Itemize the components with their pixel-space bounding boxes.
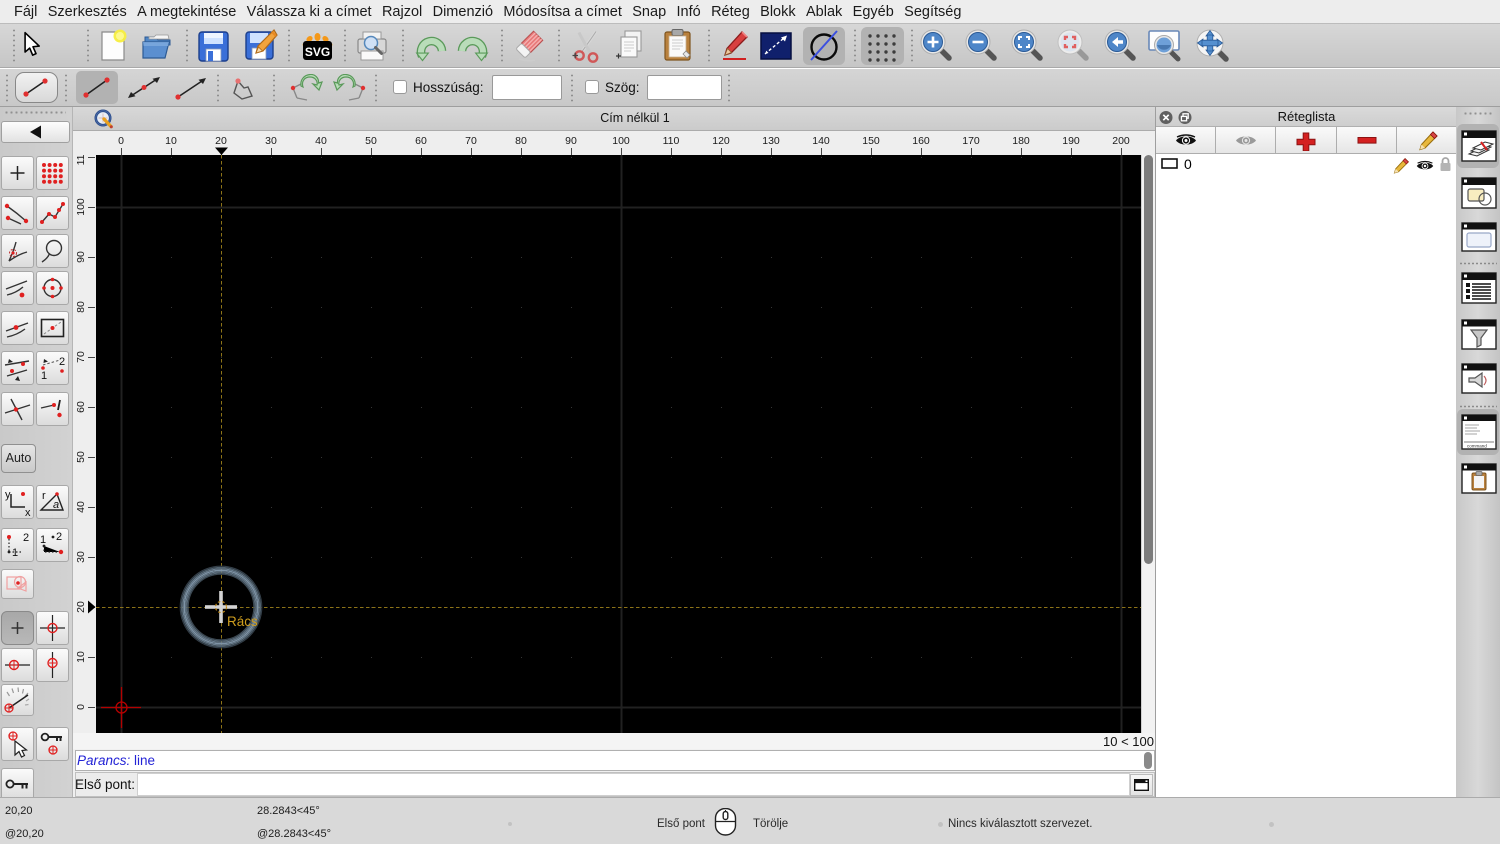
svg-text:150: 150 [862, 135, 880, 147]
svg-text:80: 80 [75, 301, 87, 313]
svg-text:180: 180 [1012, 135, 1030, 147]
svg-text:a: a [53, 499, 59, 511]
svg-text:90: 90 [75, 251, 87, 263]
svg-text:1: 1 [40, 534, 46, 546]
svg-text:20: 20 [75, 601, 87, 613]
svg-text:0: 0 [118, 135, 124, 147]
svg-text:r: r [42, 490, 46, 502]
svg-text:60: 60 [75, 401, 87, 413]
svg-text:2: 2 [23, 532, 29, 544]
svg-text:70: 70 [465, 135, 477, 147]
svg-text:Rács: Rács [227, 614, 258, 629]
svg-text:110: 110 [75, 155, 87, 165]
svg-text:50: 50 [365, 135, 377, 147]
svg-text:2: 2 [56, 531, 62, 543]
svg-text:120: 120 [712, 135, 730, 147]
svg-text:1: 1 [12, 547, 18, 559]
svg-text:90: 90 [565, 135, 577, 147]
svg-text:40: 40 [75, 501, 87, 513]
svg-text:80: 80 [515, 135, 527, 147]
svg-text:2: 2 [59, 356, 65, 368]
svg-text:170: 170 [962, 135, 980, 147]
svg-text:200: 200 [1112, 135, 1130, 147]
svg-text:70: 70 [75, 351, 87, 363]
svg-text:y: y [5, 489, 11, 501]
svg-text:100: 100 [75, 198, 87, 216]
svg-text:140: 140 [812, 135, 830, 147]
svg-text:10: 10 [75, 651, 87, 663]
svg-text:20: 20 [215, 135, 227, 147]
svg-text:30: 30 [265, 135, 277, 147]
svg-text:0: 0 [75, 704, 87, 710]
svg-text:110: 110 [663, 135, 680, 147]
svg-text:60: 60 [415, 135, 427, 147]
svg-text:50: 50 [75, 451, 87, 463]
svg-text:190: 190 [1062, 135, 1080, 147]
svg-text:1: 1 [41, 370, 47, 382]
svg-text:x: x [25, 507, 31, 519]
svg-text:130: 130 [762, 135, 780, 147]
svg-text:SVG: SVG [305, 45, 330, 59]
svg-text:command: command [1467, 444, 1487, 449]
svg-text:100: 100 [612, 135, 630, 147]
svg-text:30: 30 [75, 551, 87, 563]
svg-text:10: 10 [165, 135, 177, 147]
svg-text:40: 40 [315, 135, 327, 147]
svg-text:160: 160 [912, 135, 930, 147]
